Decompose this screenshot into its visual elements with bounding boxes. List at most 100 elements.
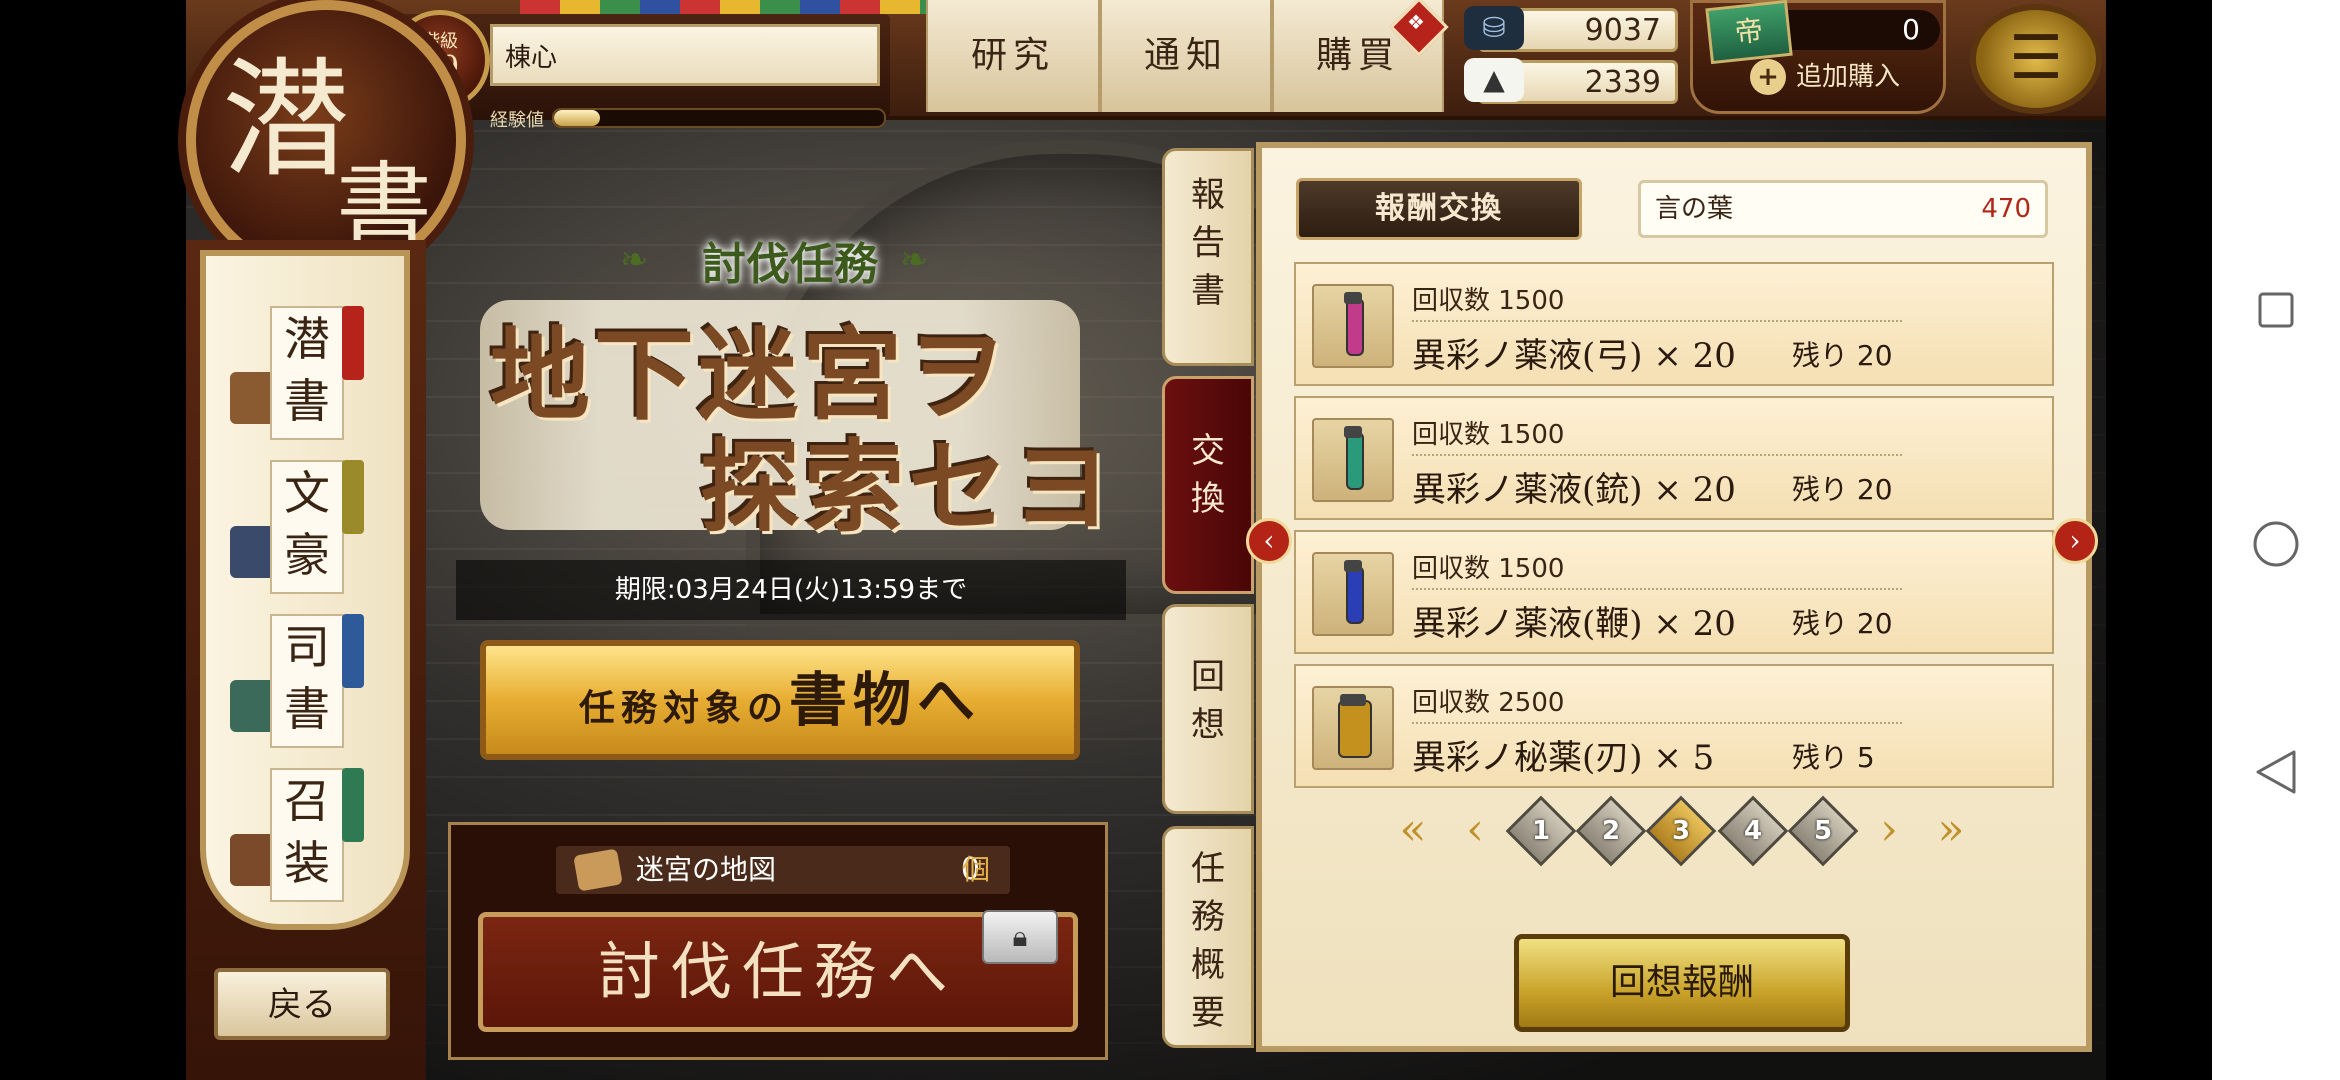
vial-cap [1344,560,1362,572]
reward-exchange-title: 報酬交換 [1296,178,1582,240]
game-logo[interactable]: 潜 書 [186,0,466,280]
sidebar-tag [342,768,364,842]
potion-icon [1312,284,1394,368]
sidebar-char: 司 [284,620,330,674]
exp-label: 経験値 [490,110,544,131]
sidebar-card: 司 書 [270,614,344,748]
sidebar-tag [342,306,364,380]
sidebar-char: 装 [284,836,330,890]
map-item-label: 迷宮の地図 [636,853,777,886]
home-icon[interactable] [2252,520,2300,568]
logo-char-1: 潜 [222,46,351,195]
reward-divider [1412,588,1902,590]
vial-shape [1346,432,1364,490]
sidebar-item-writers[interactable]: 文 豪 [230,460,380,594]
sidebar-char: 文 [284,466,330,520]
reward-row[interactable]: 回収数 1500 異彩ノ薬液(銃) × 20 残り 20 [1294,396,2054,520]
reward-remaining: 残り 20 [1792,607,1893,640]
exp-bar [552,108,886,128]
sidebar-char: 書 [284,374,330,428]
potion-icon [1312,418,1394,502]
tab-char: 報 [1191,175,1225,215]
currency-value: 470 [1981,194,2031,224]
vial-shape [1346,566,1364,624]
sidebar-char: 潜 [284,312,330,366]
prev-page-icon[interactable]: ‹ [1450,804,1500,856]
map-item-unit: 個 [962,853,991,886]
reward-name: 異彩ノ薬液(弓) × 20 [1412,336,1736,376]
reward-cost: 回収数 2500 [1412,688,1565,718]
event-title-line2: 探索セヨ [700,428,1116,546]
tab-char: 概 [1191,945,1225,985]
currency-display: 言の葉 470 [1638,180,2048,238]
sidebar-item-librarian[interactable]: 司 書 [230,614,380,748]
reward-row[interactable]: 回収数 2500 異彩ノ秘薬(刃) × 5 残り 5 [1294,664,2054,788]
vial-shape [1338,700,1372,758]
add-purchase-button[interactable]: + 追加購入 [1750,56,1940,98]
sidebar-char: 豪 [284,528,330,582]
ink-bottle-icon: ⛁ [1464,6,1524,50]
reward-row[interactable]: 回収数 1500 異彩ノ薬液(鞭) × 20 残り 20 [1294,530,2054,654]
tab-recollection[interactable]: 回 想 [1162,604,1254,814]
vial-cap [1340,694,1366,706]
tab-char: 告 [1191,223,1225,263]
sidebar-item-delve[interactable]: 潜 書 [230,306,380,440]
reward-remaining: 残り 5 [1792,741,1875,774]
back-icon[interactable] [2254,748,2298,796]
reward-name: 異彩ノ薬液(銃) × 20 [1412,470,1736,510]
vial-cap [1344,292,1362,304]
player-name: 棟心 [490,24,880,86]
target-books-button[interactable]: 任務対象の書物へ [480,640,1080,760]
tab-notification[interactable]: 通知 [1100,0,1272,112]
reward-row[interactable]: 回収数 1500 異彩ノ薬液(弓) × 20 残り 20 [1294,262,2054,386]
reward-cost: 回収数 1500 [1412,554,1565,584]
sidebar-item-summon-equip[interactable]: 召 装 [230,768,380,902]
reward-divider [1412,320,1902,322]
target-button-main: 書物へ [789,666,982,734]
add-purchase-label: 追加購入 [1796,62,1901,92]
sidebar-char: 書 [284,682,330,736]
map-scroll-icon [573,848,623,892]
sidebar-char: 召 [284,774,330,828]
tab-exchange[interactable]: 交 換 [1162,376,1254,594]
target-button-prefix: 任務対象の [578,687,789,729]
page-5-label: 5 [1813,816,1833,846]
exp-bar-fill [554,110,601,126]
lock-icon: 🔒︎ [982,910,1058,964]
reward-cost: 回収数 1500 [1412,286,1565,316]
recollection-reward-button[interactable]: 回想報酬 [1514,934,1850,1032]
tab-char: 換 [1191,479,1225,519]
tab-research[interactable]: 研究 [926,0,1100,112]
reward-remaining: 残り 20 [1792,339,1893,372]
sidebar-tag [342,614,364,688]
page-1-label: 1 [1531,816,1551,846]
tab-mission-summary[interactable]: 任 務 概 要 [1162,826,1254,1048]
tab-char: 務 [1191,897,1225,937]
recent-apps-icon[interactable] [2256,290,2296,330]
sidebar-tag [342,460,364,534]
main-menu-button[interactable]: ☰ [1970,4,2102,114]
menu-icon: ☰ [2009,23,2063,93]
back-button[interactable]: 戻る [214,968,390,1040]
shop-badge-icon: ❖ [1407,10,1425,34]
vial-shape [1346,298,1364,356]
sidebar-card: 潜 書 [270,306,344,440]
event-deadline: 期限:03月24日(火)13:59まで [456,560,1126,620]
vine-ornament-icon: ❧ [900,240,929,280]
tab-char: 交 [1191,431,1225,471]
next-arrow-icon[interactable]: › [2052,518,2098,564]
first-page-icon[interactable]: « [1388,804,1438,856]
tab-report[interactable]: 報 告 書 [1162,148,1254,366]
potion-icon [1312,552,1394,636]
reward-name: 異彩ノ秘薬(刃) × 5 [1412,738,1715,778]
elixir-icon [1312,686,1394,770]
tab-char: 書 [1191,271,1225,311]
tab-char: 想 [1191,705,1225,745]
prev-arrow-icon[interactable]: ‹ [1246,518,1292,564]
reward-divider [1412,454,1902,456]
plus-icon: + [1750,59,1786,95]
reward-remaining: 残り 20 [1792,473,1893,506]
next-page-icon[interactable]: › [1864,804,1914,856]
reward-cost: 回収数 1500 [1412,420,1565,450]
last-page-icon[interactable]: » [1926,804,1976,856]
